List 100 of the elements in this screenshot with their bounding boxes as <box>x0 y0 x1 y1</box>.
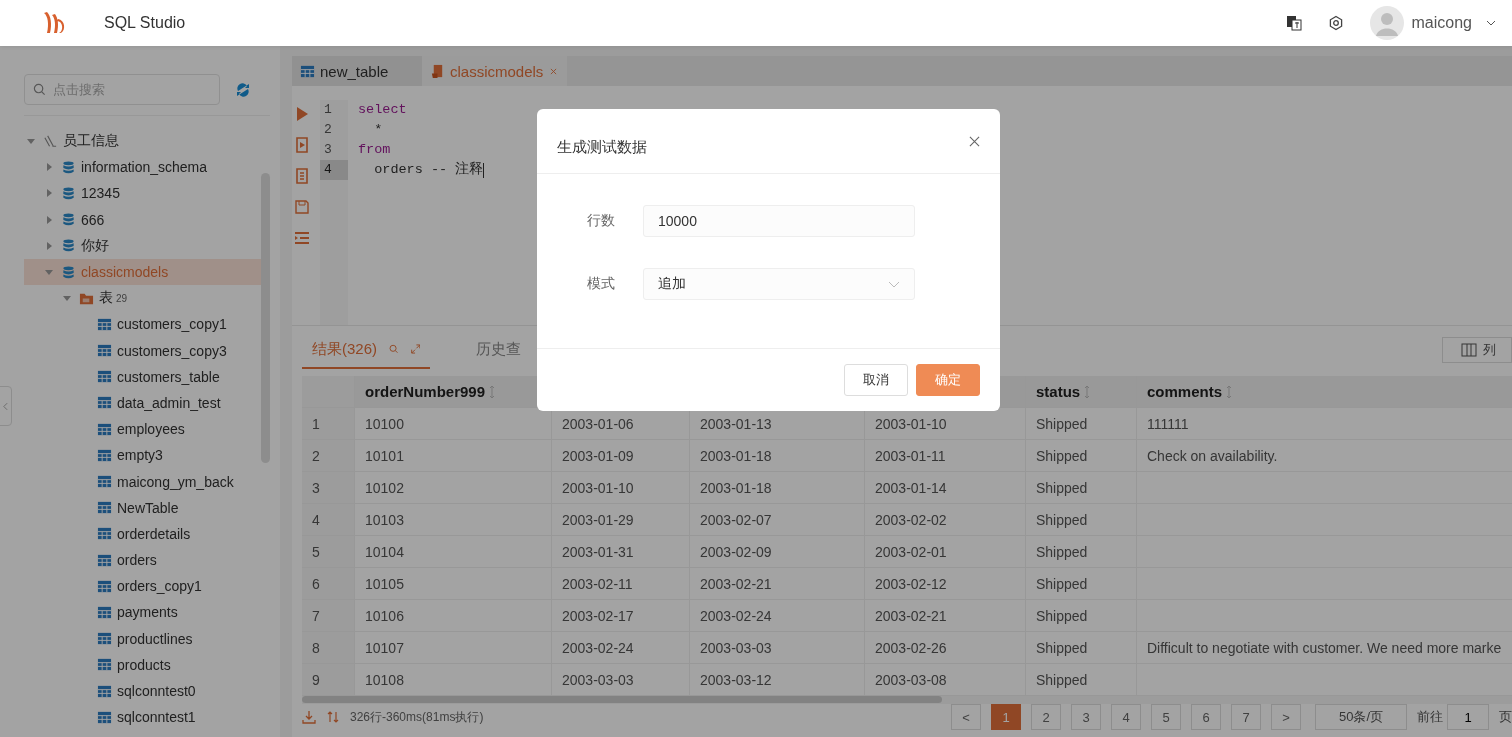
line-number: 2 <box>323 121 333 139</box>
table-cell: 10105 <box>365 575 404 592</box>
previous-page-button[interactable]: < <box>951 704 981 730</box>
page-button[interactable]: 5 <box>1151 704 1181 730</box>
page-suffix: 页 <box>1499 708 1512 726</box>
table-cell: 2003-02-21 <box>700 575 772 592</box>
table-cell: 2003-01-31 <box>562 543 634 560</box>
code-text: select <box>358 101 407 119</box>
next-page-button[interactable]: > <box>1271 704 1301 730</box>
table-cell: 2003-02-26 <box>875 639 947 656</box>
table-cell: 2003-02-21 <box>875 607 947 624</box>
table-cell: 2003-01-09 <box>562 447 634 464</box>
table-cell: 2003-02-24 <box>562 639 634 656</box>
tree-item[interactable]: orders <box>24 547 261 574</box>
table-cell: 2003-02-07 <box>700 511 772 528</box>
table-cell: 10107 <box>365 639 404 656</box>
table-cell: Shipped <box>1036 607 1088 624</box>
column-header[interactable]: orderNumber999 <box>365 383 486 400</box>
table-cell: 10108 <box>365 671 404 688</box>
table-cell: 10100 <box>365 415 404 432</box>
columns-button[interactable]: 列 <box>1442 337 1512 363</box>
table-cell: 2003-02-02 <box>875 511 947 528</box>
row-number: 7 <box>302 600 355 631</box>
goto-label: 前往 <box>1417 708 1443 726</box>
row-number: 9 <box>302 664 355 695</box>
tree-item[interactable]: products <box>24 651 261 678</box>
page-button[interactable]: 3 <box>1071 704 1101 730</box>
tree-item[interactable]: empty3 <box>24 442 261 469</box>
page-button[interactable]: 6 <box>1191 704 1221 730</box>
query-stats: 326行-360ms(81ms执行) <box>350 708 484 726</box>
user-name[interactable]: maicong <box>1411 14 1472 32</box>
table-cell: 2003-01-11 <box>875 447 946 464</box>
table-cell: Shipped <box>1036 575 1088 592</box>
row-number: 8 <box>302 632 355 663</box>
tree-item[interactable]: orderdetails <box>24 520 261 547</box>
table-cell: 2003-01-18 <box>700 447 772 464</box>
tree-item[interactable]: NewTable <box>24 494 261 521</box>
tree-item[interactable]: 12345 <box>24 180 261 207</box>
table-cell: 2003-03-03 <box>562 671 634 688</box>
tree-item[interactable]: sqlconntest0 <box>24 677 261 705</box>
field-label: 模式 <box>587 275 616 293</box>
tree-item[interactable]: data_admin_test <box>24 389 261 417</box>
table-cell: 2003-01-13 <box>700 415 772 432</box>
select-field[interactable]: 追加 <box>643 268 915 300</box>
tree-item[interactable]: information_schema <box>24 154 261 181</box>
table-cell: 2003-03-12 <box>700 671 772 688</box>
tree-item[interactable]: sqlconntest1 <box>24 704 261 731</box>
table-cell: 2003-01-10 <box>562 479 634 496</box>
table-cell: 2003-02-24 <box>700 607 772 624</box>
page-size-select[interactable]: 50条/页 <box>1315 704 1407 730</box>
code-text: * <box>373 121 383 139</box>
tree-item[interactable]: 表 29 <box>24 285 261 312</box>
row-number: 6 <box>302 568 355 599</box>
table-cell: 2003-03-03 <box>700 639 772 656</box>
tree-item[interactable]: 666 <box>24 206 261 233</box>
table-cell: 10103 <box>365 511 404 528</box>
column-header[interactable]: status <box>1036 383 1081 400</box>
table-cell: 2003-03-08 <box>875 671 947 688</box>
table-cell: 10104 <box>365 543 404 560</box>
table-cell: Shipped <box>1036 479 1088 496</box>
tree-item[interactable]: customers_copy3 <box>24 337 261 364</box>
tree-item[interactable]: payments <box>24 599 261 626</box>
cancel-button[interactable]: 取消 <box>844 364 908 396</box>
tree-item[interactable]: customers_copy1 <box>24 311 261 338</box>
page-input[interactable]: 1 <box>1447 704 1489 730</box>
table-cell: Shipped <box>1036 671 1088 688</box>
table-cell: Shipped <box>1036 447 1088 464</box>
table-cell: Difficult to negotiate with customer. We need more marke <box>1147 639 1502 656</box>
tree-item[interactable]: 你好 <box>24 232 261 259</box>
tree-item[interactable]: customers_table <box>24 363 261 390</box>
table-cell: 10106 <box>365 607 404 624</box>
table-cell: 2003-02-09 <box>700 543 772 560</box>
table-cell: Shipped <box>1036 415 1088 432</box>
table-cell: 111111 <box>1147 415 1189 432</box>
code-text: from <box>358 141 391 159</box>
row-number: 5 <box>302 536 355 567</box>
tree-item[interactable]: 员工信息 <box>24 128 261 155</box>
tree-item[interactable]: maicong_ym_back <box>24 468 261 495</box>
column-header[interactable]: comments <box>1147 383 1223 400</box>
table-cell: 2003-01-29 <box>562 511 634 528</box>
table-cell: 2003-02-01 <box>875 543 947 560</box>
row-number: 3 <box>302 472 355 503</box>
line-number: 4 <box>320 160 348 180</box>
table-cell: 2003-01-18 <box>700 479 772 496</box>
page-button[interactable]: 4 <box>1111 704 1141 730</box>
tree-item[interactable]: productlines <box>24 625 261 652</box>
editor-tab[interactable]: new_table <box>292 56 422 86</box>
tree-item[interactable]: orders_copy1 <box>24 573 261 600</box>
table-cell: Shipped <box>1036 511 1088 528</box>
dialog-title: 生成测试数据 <box>557 137 647 157</box>
page-button[interactable]: 2 <box>1031 704 1061 730</box>
line-number: 3 <box>323 141 333 159</box>
app-title: SQL Studio <box>104 14 186 32</box>
tree-item[interactable]: employees <box>24 416 261 443</box>
item-count: 29 <box>116 292 128 304</box>
input-field[interactable]: 10000 <box>643 205 915 237</box>
table-cell: 2003-01-10 <box>875 415 947 432</box>
row-number: 1 <box>302 408 355 439</box>
page-button[interactable]: 7 <box>1231 704 1261 730</box>
row-number: 4 <box>302 504 355 535</box>
